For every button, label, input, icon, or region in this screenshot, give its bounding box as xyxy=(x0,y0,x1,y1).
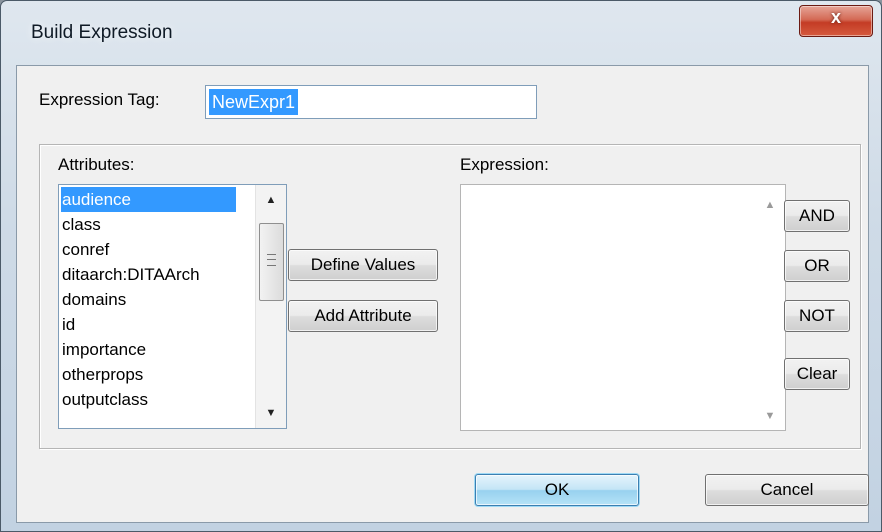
clear-button[interactable]: Clear xyxy=(784,358,850,390)
cancel-button[interactable]: Cancel xyxy=(705,474,869,506)
list-item-domains[interactable]: domains xyxy=(61,287,236,312)
expression-textarea[interactable]: ▲ ▼ xyxy=(460,184,786,431)
expression-tag-value: NewExpr1 xyxy=(209,89,299,115)
attributes-label: Attributes: xyxy=(58,155,135,174)
scroll-up-arrow-icon[interactable]: ▲ xyxy=(755,199,785,211)
list-item-ditaarch[interactable]: ditaarch:DITAArch xyxy=(61,262,236,287)
list-item-outputclass[interactable]: outputclass xyxy=(61,387,236,412)
define-values-button[interactable]: Define Values xyxy=(288,249,438,281)
expression-scrollbar[interactable]: ▲ ▼ xyxy=(755,185,785,430)
expression-tag-input[interactable]: NewExpr1 xyxy=(205,85,537,119)
list-item-audience[interactable]: audience xyxy=(61,187,236,212)
list-item-id[interactable]: id xyxy=(61,312,236,337)
add-attribute-button[interactable]: Add Attribute xyxy=(288,300,438,332)
not-button[interactable]: NOT xyxy=(784,300,850,332)
scroll-up-arrow-icon[interactable]: ▲ xyxy=(256,188,286,212)
dialog-title: Build Expression xyxy=(31,22,173,43)
dialog-client-area: Expression Tag: NewExpr1 Attributes: aud… xyxy=(16,65,869,523)
expression-tag-label: Expression Tag: xyxy=(39,90,160,109)
scroll-down-arrow-icon[interactable]: ▼ xyxy=(755,410,785,422)
list-item-conref[interactable]: conref xyxy=(61,237,236,262)
close-icon: x xyxy=(830,7,841,27)
attributes-listbox[interactable]: audience class conref ditaarch:DITAArch … xyxy=(58,184,287,429)
list-item-otherprops[interactable]: otherprops xyxy=(61,362,236,387)
scroll-down-arrow-icon[interactable]: ▼ xyxy=(256,401,286,425)
title-bar[interactable]: Build Expression x xyxy=(1,1,881,63)
ok-button[interactable]: OK xyxy=(475,474,639,506)
and-button[interactable]: AND xyxy=(784,200,850,232)
attributes-scrollbar[interactable]: ▲ ▼ xyxy=(255,185,286,428)
or-button[interactable]: OR xyxy=(784,250,850,282)
build-expression-dialog: Build Expression x Expression Tag: NewEx… xyxy=(0,0,882,532)
list-item-class[interactable]: class xyxy=(61,212,236,237)
close-button[interactable]: x xyxy=(799,5,873,37)
grip-icon xyxy=(267,254,276,266)
expression-label: Expression: xyxy=(460,155,549,174)
scrollbar-thumb[interactable] xyxy=(259,223,284,301)
list-item-importance[interactable]: importance xyxy=(61,337,236,362)
